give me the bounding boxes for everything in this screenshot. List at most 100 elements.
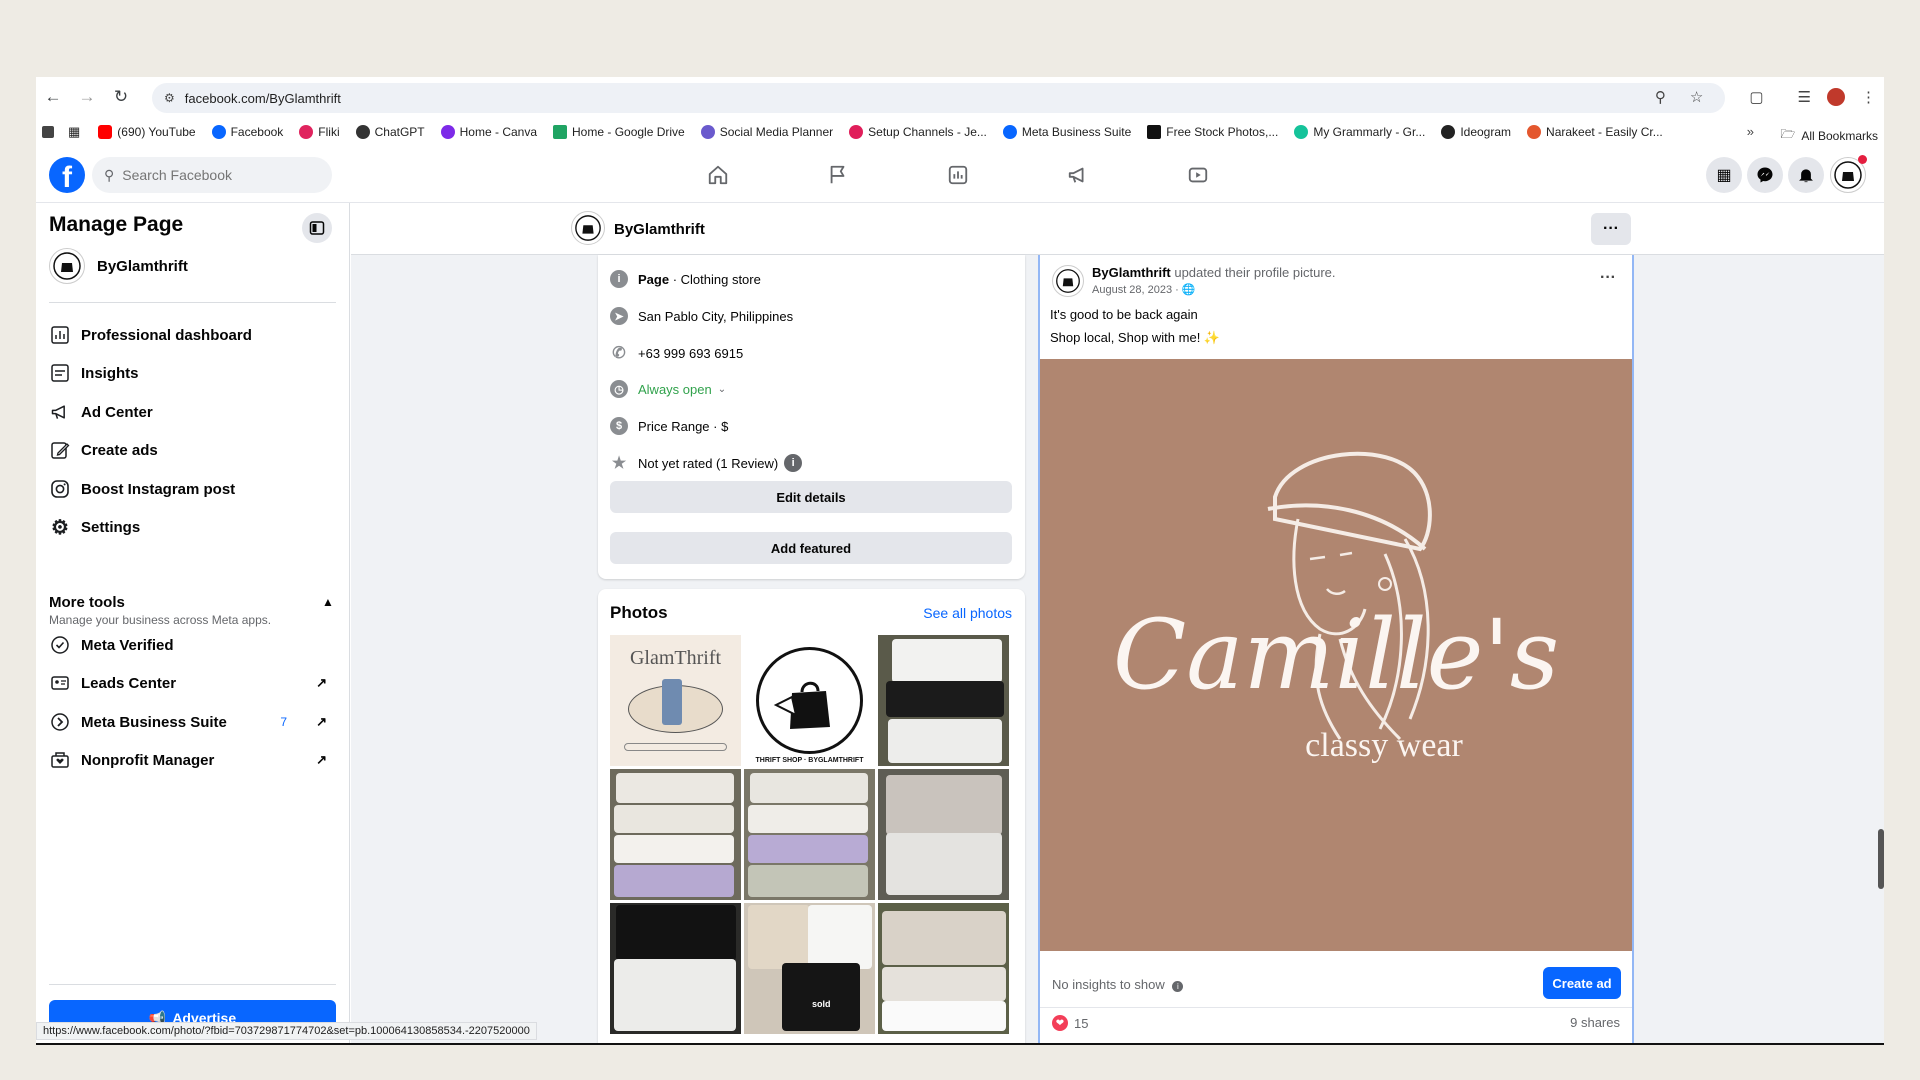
photo-thumbnail[interactable] xyxy=(878,635,1009,766)
more-bookmarks-icon[interactable]: » xyxy=(1747,124,1754,139)
photos-title: Photos xyxy=(610,603,668,622)
flag-icon[interactable] xyxy=(808,155,868,195)
all-bookmarks-folder[interactable]: 🗁 All Bookmarks xyxy=(1780,125,1878,146)
post-image[interactable]: Camille's classy wear xyxy=(1040,359,1632,951)
notifications-bell-icon[interactable] xyxy=(1788,157,1824,193)
sidebar-item-boost-instagram-post[interactable]: Boost Instagram post xyxy=(49,471,339,507)
profile-avatar-icon[interactable] xyxy=(1827,88,1845,106)
site-info-icon[interactable]: ⚙ xyxy=(164,91,175,105)
bookmark-google-drive[interactable]: Home - Google Drive xyxy=(553,125,685,139)
photo-caption: THRIFT SHOP · BYGLAMTHRIFT xyxy=(755,757,864,764)
bookmark-narakeet[interactable]: Narakeet - Easily Cr... xyxy=(1527,125,1663,139)
location-text[interactable]: San Pablo City, Philippines xyxy=(638,309,793,324)
facebook-logo-icon[interactable]: f xyxy=(49,157,85,193)
insights-nav-icon[interactable] xyxy=(928,155,988,195)
bookmark-free-stock-photos[interactable]: Free Stock Photos,... xyxy=(1147,125,1278,139)
menu-grid-icon[interactable]: ▦ xyxy=(1706,157,1742,193)
phone-text: +63 999 693 6915 xyxy=(638,345,744,361)
bookmark-social-media-planner[interactable]: Social Media Planner xyxy=(700,125,833,139)
sidebar-item-leads-center[interactable]: Leads Center ↗ xyxy=(49,665,339,701)
verified-badge-icon xyxy=(49,634,71,656)
url-field[interactable]: ⚙ facebook.com/ByGlamthrift xyxy=(152,83,1725,113)
photo-thumbnail[interactable]: sold xyxy=(744,903,875,1034)
info-icon[interactable]: i xyxy=(784,454,803,472)
photo-thumbnail[interactable] xyxy=(744,769,875,900)
post-image-subtitle: classy wear xyxy=(1305,727,1463,764)
zoom-icon[interactable]: ⚲ xyxy=(1655,88,1666,106)
search-input[interactable] xyxy=(122,167,303,183)
sidebar-item-meta-business-suite[interactable]: Meta Business Suite 7 ↗ xyxy=(49,704,339,740)
sidebar-title: Manage Page xyxy=(49,213,184,236)
insights-icon xyxy=(49,362,71,384)
bookmark-setup-channels[interactable]: Setup Channels - Je... xyxy=(849,125,987,139)
address-bar: ← → ↻ ⚙ facebook.com/ByGlamthrift ⚲ ☆ ▢ … xyxy=(36,77,1884,117)
post-author-name[interactable]: ByGlamthrift xyxy=(1092,265,1171,280)
sidebar-item-meta-verified[interactable]: Meta Verified xyxy=(49,627,339,663)
sidebar-item-settings[interactable]: ⚙ Settings xyxy=(49,509,339,545)
reload-icon[interactable]: ↻ xyxy=(104,80,138,114)
facebook-search[interactable]: ⚲ xyxy=(92,157,332,193)
edit-details-button[interactable]: Edit details xyxy=(610,481,1012,513)
forward-icon[interactable]: → xyxy=(70,80,104,114)
photo-caption: GlamThrift xyxy=(629,647,722,669)
photo-thumbnail[interactable]: THRIFT SHOP · BYGLAMTHRIFT xyxy=(744,635,875,766)
external-link-icon: ↗ xyxy=(316,675,327,690)
messenger-icon[interactable] xyxy=(1747,157,1783,193)
photo-thumbnail[interactable]: GlamThrift xyxy=(610,635,741,766)
browser-menu-icon[interactable]: ⋮ xyxy=(1861,88,1876,106)
google-drive-icon xyxy=(553,125,568,139)
photo-thumbnail[interactable] xyxy=(878,769,1009,900)
media-icon[interactable]: ☰ xyxy=(1798,88,1811,106)
bookmark-ideogram[interactable]: Ideogram xyxy=(1441,125,1511,139)
info-icon: i xyxy=(610,270,628,288)
video-icon[interactable] xyxy=(1168,155,1228,195)
back-icon[interactable]: ← xyxy=(36,80,70,114)
page-header-name[interactable]: ByGlamthrift xyxy=(614,221,705,238)
info-icon[interactable]: i xyxy=(1172,981,1184,992)
shares-count[interactable]: 9 shares xyxy=(1570,1015,1620,1030)
apps-icon[interactable]: ▦ xyxy=(68,124,80,140)
add-featured-button[interactable]: Add featured xyxy=(610,532,1012,564)
post-timestamp[interactable]: August 28, 2023 · 🌐 xyxy=(1092,283,1196,296)
sidebar-item-create-ads[interactable]: Create ads xyxy=(49,432,339,468)
facebook-icon xyxy=(211,125,226,139)
page-avatar[interactable] xyxy=(571,211,605,245)
megaphone-icon[interactable] xyxy=(1048,155,1108,195)
sidebar-item-ad-center[interactable]: Ad Center xyxy=(49,394,339,430)
home-icon[interactable] xyxy=(688,155,748,195)
more-tools-heading: More tools xyxy=(49,594,125,611)
narakeet-icon xyxy=(1527,125,1542,139)
tab-search-icon[interactable] xyxy=(42,126,54,138)
post-author-avatar[interactable] xyxy=(1052,265,1084,297)
chevron-down-icon[interactable]: ⌄ xyxy=(718,384,726,395)
search-icon: ⚲ xyxy=(104,166,115,183)
sidebar-item-professional-dashboard[interactable]: Professional dashboard xyxy=(49,317,339,353)
bookmark-meta-business-suite[interactable]: Meta Business Suite xyxy=(1002,125,1131,139)
chevron-up-icon[interactable]: ▲ xyxy=(322,595,334,609)
create-ad-button[interactable]: Create ad xyxy=(1543,967,1621,999)
bookmark-fliki[interactable]: Fliki xyxy=(299,125,340,139)
sidebar-item-insights[interactable]: Insights xyxy=(49,355,339,391)
hours-text[interactable]: Always open xyxy=(638,382,712,397)
bookmark-grammarly[interactable]: My Grammarly - Gr... xyxy=(1294,125,1425,139)
sidebar-item-nonprofit-manager[interactable]: Nonprofit Manager ↗ xyxy=(49,742,339,778)
post-action-text: updated their profile picture. xyxy=(1170,265,1336,280)
sidebar-page-profile[interactable]: ByGlamthrift xyxy=(49,248,188,284)
bookmark-facebook[interactable]: Facebook xyxy=(211,125,283,139)
main-content: ByGlamthrift ··· i Page · Clothing store… xyxy=(351,203,1884,1045)
collapse-sidebar-icon[interactable] xyxy=(302,213,332,243)
page-scrollbar[interactable] xyxy=(1878,829,1884,889)
bookmark-canva[interactable]: Home - Canva xyxy=(440,125,537,139)
more-options-button[interactable]: ··· xyxy=(1591,213,1631,245)
photo-thumbnail[interactable] xyxy=(878,903,1009,1034)
post-more-options-icon[interactable]: ··· xyxy=(1600,269,1616,287)
reactions-summary[interactable]: ❤ 15 xyxy=(1052,1015,1088,1031)
see-all-photos-link[interactable]: See all photos xyxy=(923,605,1012,621)
photo-thumbnail[interactable] xyxy=(610,769,741,900)
extensions-icon[interactable]: ▢ xyxy=(1749,88,1763,106)
bookmark-star-icon[interactable]: ☆ xyxy=(1690,88,1703,106)
photo-thumbnail[interactable] xyxy=(610,903,741,1034)
bookmark-youtube[interactable]: (690) YouTube xyxy=(98,125,196,139)
pencil-icon xyxy=(49,439,71,461)
bookmark-chatgpt[interactable]: ChatGPT xyxy=(355,125,425,139)
